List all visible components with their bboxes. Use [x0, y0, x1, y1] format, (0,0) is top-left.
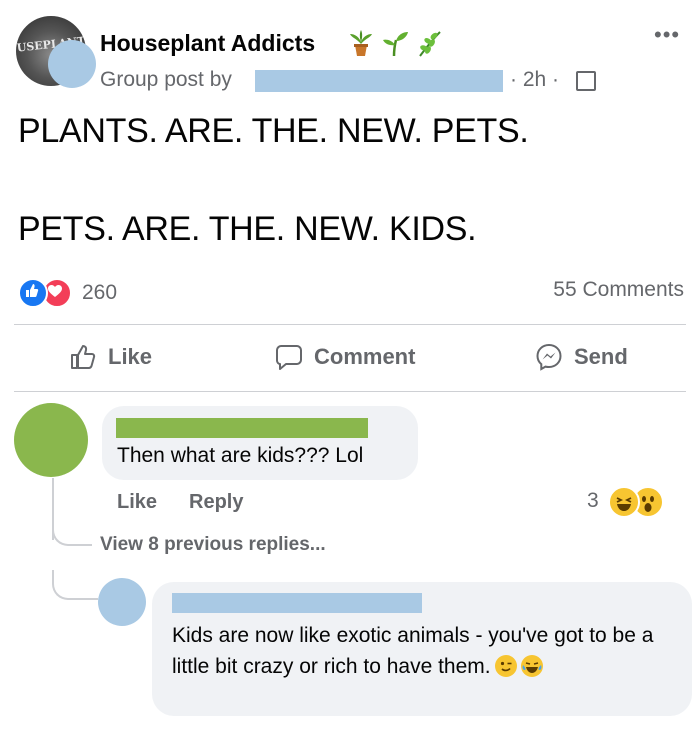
tears-of-joy-emoji-icon	[520, 655, 543, 677]
divider-top	[14, 324, 686, 325]
commenter-avatar-redacted[interactable]	[14, 403, 88, 477]
potted-plant-icon	[350, 30, 372, 56]
send-button[interactable]: Send	[534, 342, 628, 372]
view-previous-replies-link[interactable]: View 8 previous replies...	[100, 534, 326, 556]
group-privacy-icon	[576, 71, 596, 91]
post-text-line-2: PETS. ARE. THE. NEW. KIDS.	[18, 210, 477, 248]
reply-name-redacted[interactable]	[172, 593, 422, 613]
like-button[interactable]: Like	[68, 342, 152, 372]
more-options-icon[interactable]: •••	[654, 22, 680, 48]
group-name[interactable]: Houseplant Addicts	[100, 30, 315, 57]
herb-icon	[419, 31, 441, 57]
reply-text-block: Kids are now like exotic animals - you'v…	[172, 620, 672, 682]
seedling-icon	[383, 32, 408, 57]
thumbs-up-icon	[71, 345, 96, 369]
laughing-emoji-icon	[608, 486, 640, 518]
reply-avatar-redacted[interactable]	[98, 578, 146, 626]
comment-reply-button[interactable]: Reply	[189, 491, 243, 514]
comment-text: Then what are kids??? Lol	[117, 444, 364, 467]
comments-count-link[interactable]: 55 Comments	[553, 278, 684, 302]
reply-text: Kids are now like exotic animals - you'v…	[172, 624, 654, 678]
author-avatar-redacted[interactable]	[48, 40, 96, 88]
messenger-icon	[536, 343, 562, 371]
comment-like-button[interactable]: Like	[117, 491, 157, 514]
plant-emojis	[346, 28, 444, 58]
reaction-count: 260	[82, 281, 118, 304]
author-name-redacted[interactable]	[255, 70, 503, 92]
comment-button-label: Comment	[314, 344, 416, 369]
reply-thread-curve	[52, 518, 92, 546]
divider-bottom	[14, 391, 686, 392]
wink-emoji-icon	[494, 655, 517, 677]
like-button-label: Like	[108, 344, 153, 369]
reactions-summary[interactable]: 260	[18, 278, 117, 308]
send-button-label: Send	[574, 344, 628, 369]
comment-icon	[276, 345, 302, 370]
reply-thread-curve-2	[52, 570, 98, 600]
commenter-name-redacted[interactable]	[116, 418, 368, 438]
comment-reaction-count: 3	[587, 489, 599, 512]
like-reaction-icon	[18, 278, 48, 308]
post-time[interactable]: · 2h ·	[510, 68, 559, 92]
comment-button[interactable]: Comment	[274, 342, 415, 372]
post-text-line-1: PLANTS. ARE. THE. NEW. PETS.	[18, 112, 529, 150]
group-post-by-label: Group post by	[100, 68, 232, 91]
